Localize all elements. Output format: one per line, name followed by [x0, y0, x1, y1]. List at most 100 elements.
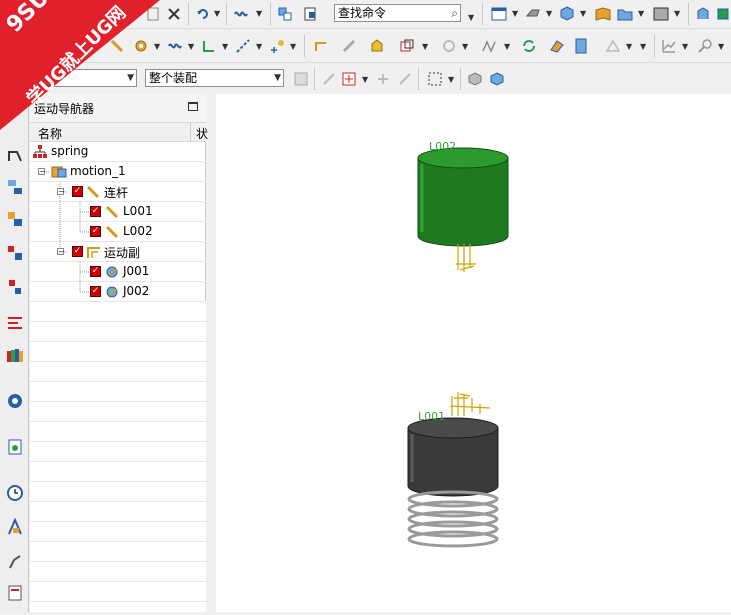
printer-icon[interactable]	[524, 5, 542, 23]
part-navigator-icon[interactable]	[6, 244, 24, 262]
refresh-icon[interactable]	[520, 37, 538, 55]
visibility-checkbox[interactable]: ✓	[90, 226, 101, 237]
marker-icon[interactable]	[234, 37, 252, 55]
column-name-header[interactable]: 名称	[38, 125, 62, 142]
command-search-input[interactable]: 查找命令 ⌕	[334, 4, 461, 22]
probe-icon[interactable]	[696, 37, 714, 55]
trace-dropdown-icon[interactable]: ▼	[504, 42, 510, 51]
graph-dropdown-icon[interactable]: ▼	[682, 42, 688, 51]
folder-icon[interactable]	[616, 5, 634, 23]
undo-dropdown-icon[interactable]: ▼	[214, 9, 220, 18]
color-dropdown-icon[interactable]: ▼	[674, 9, 680, 18]
delete-button[interactable]	[165, 5, 183, 23]
probe-dropdown-icon[interactable]: ▼	[718, 42, 724, 51]
search-icon[interactable]: ⌕	[451, 5, 458, 21]
hd3d-icon[interactable]	[6, 314, 24, 332]
spring-element-dropdown-icon[interactable]: ▼	[188, 42, 194, 51]
joint-J002-marker[interactable]	[456, 244, 476, 272]
selection-box-icon[interactable]	[426, 70, 444, 88]
joint-icon[interactable]	[312, 37, 330, 55]
visibility-checkbox[interactable]: ✓	[90, 266, 101, 277]
marker-dropdown-icon[interactable]: ▼	[256, 42, 262, 51]
point-dropdown-icon[interactable]: ▼	[290, 42, 296, 51]
paint-icon[interactable]	[548, 37, 566, 55]
point-icon[interactable]	[268, 37, 286, 55]
spring-coils[interactable]	[407, 490, 499, 548]
select-filter-icon[interactable]	[292, 70, 310, 88]
shape-more-icon[interactable]: ▼	[640, 42, 646, 51]
snap-icon[interactable]	[320, 70, 338, 88]
book-icon[interactable]	[594, 5, 612, 23]
graphics-window[interactable]: L002 L001	[216, 94, 731, 612]
shape-icon[interactable]	[604, 37, 622, 55]
history-icon[interactable]	[6, 438, 24, 456]
spring-icon[interactable]	[232, 5, 250, 23]
reuse-library-icon[interactable]	[6, 278, 24, 296]
clock-icon[interactable]	[6, 484, 24, 502]
web-browser-icon[interactable]	[6, 392, 24, 410]
tree-row-J001[interactable]: ✓ J001	[30, 262, 206, 282]
visibility-checkbox[interactable]: ✓	[72, 246, 83, 257]
tree-row-links[interactable]: − ✓ 连杆	[30, 182, 206, 202]
shaded-view-icon[interactable]	[488, 70, 506, 88]
gear-dropdown-icon[interactable]: ▼	[154, 42, 160, 51]
assembly-icon[interactable]	[276, 5, 294, 23]
snap-point-icon[interactable]	[340, 70, 358, 88]
tree-row-L001[interactable]: ✓ L001	[30, 202, 206, 222]
orient-icon[interactable]	[714, 5, 731, 23]
visibility-checkbox[interactable]: ✓	[72, 186, 83, 197]
component-icon[interactable]	[302, 5, 320, 23]
assembly-navigator-icon[interactable]	[6, 178, 24, 196]
collapse-toggle[interactable]: −	[57, 248, 65, 256]
hand-icon[interactable]	[368, 37, 386, 55]
motion-dropdown-icon[interactable]: ▼	[462, 42, 468, 51]
palette-icon[interactable]	[6, 346, 24, 364]
tree-row-J002[interactable]: ✓ J002	[30, 282, 206, 302]
motion-icon[interactable]	[440, 37, 458, 55]
snap-dropdown-icon[interactable]: ▼	[362, 75, 368, 84]
folder-dropdown-icon[interactable]: ▼	[638, 9, 644, 18]
tree-row-L002[interactable]: ✓ L002	[30, 222, 206, 242]
robot-icon[interactable]	[6, 552, 24, 570]
cube-icon[interactable]	[558, 5, 576, 23]
undo-icon[interactable]	[194, 5, 212, 23]
wrench-icon[interactable]	[340, 37, 358, 55]
cut-icon[interactable]	[144, 5, 162, 23]
view-icon[interactable]	[694, 5, 712, 23]
visibility-checkbox[interactable]: ✓	[90, 286, 101, 297]
visibility-checkbox[interactable]: ✓	[90, 206, 101, 217]
link-L001-body[interactable]	[407, 417, 499, 497]
scope-filter-select[interactable]: 整个装配 ▼	[145, 69, 284, 87]
snap-2-icon[interactable]	[374, 70, 392, 88]
type-filter-select[interactable]: ▼	[36, 69, 137, 87]
solid-view-icon[interactable]	[466, 70, 484, 88]
printer-dropdown-icon[interactable]: ▼	[546, 9, 552, 18]
tree-row-motion[interactable]: − motion_1	[30, 162, 206, 182]
constraint-navigator-icon[interactable]	[6, 210, 24, 228]
link-icon[interactable]	[108, 37, 126, 55]
color-swatch-icon[interactable]	[652, 5, 670, 23]
shape-dropdown-icon[interactable]: ▼	[626, 42, 632, 51]
collapse-toggle[interactable]: −	[57, 188, 65, 196]
calendar-dropdown-icon[interactable]: ▼	[512, 9, 518, 18]
snap-3-icon[interactable]	[396, 70, 414, 88]
selection-dropdown-icon[interactable]: ▼	[448, 75, 454, 84]
tree-row-joints[interactable]: − ✓ 运动副	[30, 242, 206, 262]
graph-icon[interactable]	[660, 37, 678, 55]
damper-dropdown-icon[interactable]: ▼	[222, 42, 228, 51]
collapse-toggle[interactable]: −	[38, 168, 46, 176]
trace-icon[interactable]	[480, 37, 498, 55]
gear-icon[interactable]	[132, 37, 150, 55]
spring-element-icon[interactable]	[166, 37, 184, 55]
calendar-icon[interactable]	[490, 5, 508, 23]
process-studio-icon[interactable]	[6, 517, 24, 536]
column-divider[interactable]	[190, 123, 191, 141]
damper-icon[interactable]	[200, 37, 218, 55]
box-dropdown-icon[interactable]: ▼	[422, 42, 428, 51]
tree-row-spring[interactable]: spring	[30, 142, 206, 162]
maximize-icon[interactable]	[188, 102, 198, 111]
motion-navigator-tab-icon[interactable]	[6, 146, 24, 164]
document-icon[interactable]	[572, 37, 590, 55]
cube-dropdown-icon[interactable]: ▼	[580, 9, 586, 18]
column-state-header[interactable]: 状	[196, 125, 208, 142]
